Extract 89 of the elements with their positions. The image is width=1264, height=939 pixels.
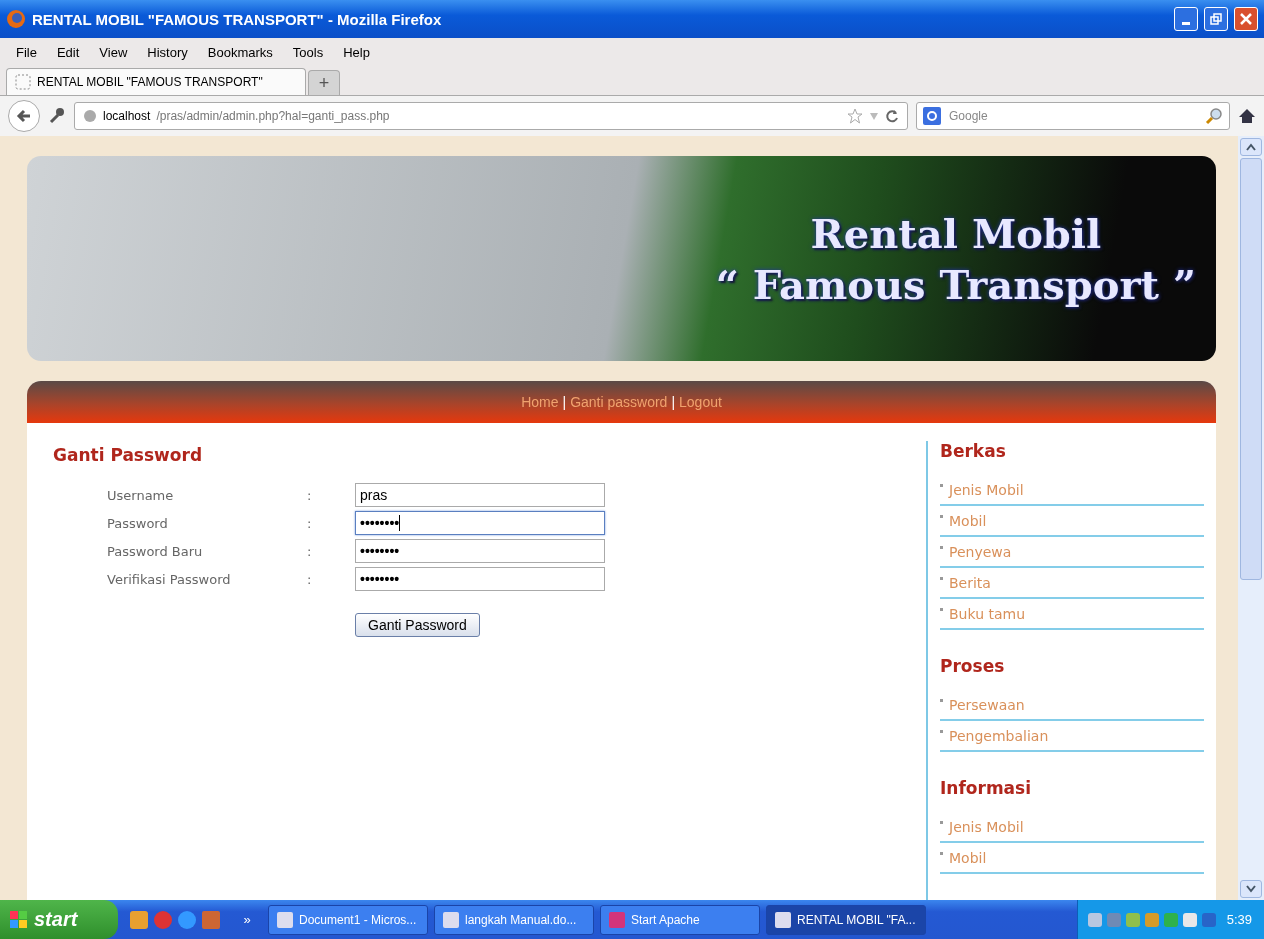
back-arrow-icon	[16, 108, 32, 124]
tray-icon[interactable]	[1087, 912, 1102, 927]
key-icon	[48, 107, 66, 125]
password-field[interactable]: ••••••••	[355, 511, 605, 535]
firefox-icon	[6, 9, 26, 29]
password-field[interactable]: ••••••••	[355, 567, 605, 591]
browser-tab[interactable]: RENTAL MOBIL "FAMOUS TRANSPORT"	[6, 68, 306, 95]
colon: :	[307, 515, 313, 531]
url-host: localhost	[103, 109, 151, 123]
field-label: Password	[107, 515, 169, 531]
sidebar-link[interactable]: Mobil	[940, 506, 1204, 537]
app-icon	[443, 911, 459, 928]
window-title: RENTAL MOBIL "FAMOUS TRANSPORT" - Mozilla Firefox	[32, 10, 443, 28]
taskbar-button[interactable]: Document1 - Micros...	[268, 904, 428, 935]
sidebar-heading: Informasi	[940, 778, 1033, 798]
home-icon[interactable]	[1238, 107, 1256, 125]
sidebar-heading: Berkas	[940, 441, 1007, 461]
scroll-down-icon[interactable]	[1246, 885, 1256, 893]
search-field[interactable]: Google	[916, 102, 1230, 130]
tray-icon[interactable]	[1201, 912, 1216, 927]
media-icon[interactable]	[202, 910, 220, 929]
tab-title: RENTAL MOBIL "FAMOUS TRANSPORT"	[37, 75, 263, 89]
menu-item[interactable]: File	[16, 44, 37, 60]
nav-link[interactable]: Logout	[679, 394, 722, 410]
sidebar-link[interactable]: Jenis Mobil	[940, 475, 1204, 506]
browser-icon[interactable]	[178, 910, 196, 929]
menu-item[interactable]: Edit	[56, 44, 80, 60]
sidebar-link[interactable]: Penyewa	[940, 537, 1204, 568]
taskbar-button[interactable]: langkah Manual.do...	[434, 904, 594, 935]
app-icon[interactable]	[130, 910, 148, 929]
nav-link[interactable]: Home	[521, 394, 559, 410]
password-field[interactable]: ••••••••	[355, 539, 605, 563]
nav-separator: |	[671, 394, 676, 410]
search-icon[interactable]	[1205, 107, 1223, 125]
colon: :	[307, 487, 313, 503]
menu-item[interactable]: Tools	[292, 44, 324, 60]
sidebar-link[interactable]: Berita	[940, 568, 1204, 599]
scroll-up-icon[interactable]	[1246, 143, 1256, 151]
close-icon	[1240, 13, 1252, 25]
colon: :	[307, 571, 313, 587]
url-path: /pras/admin/admin.php?hal=ganti_pass.php	[156, 109, 391, 123]
banner-title: Rental Mobil	[810, 209, 1102, 257]
nav-separator: |	[562, 394, 567, 410]
taskbar-button[interactable]: Start Apache	[600, 904, 760, 935]
clock: 5:39	[1226, 912, 1252, 927]
tray-icon[interactable]	[1144, 912, 1159, 927]
windows-flag-icon	[10, 910, 28, 929]
menu-item[interactable]: History	[147, 44, 188, 60]
sidebar-link[interactable]: Mobil	[940, 843, 1204, 874]
submit-button[interactable]: Ganti Password	[355, 613, 480, 637]
banner-subtitle: “ Famous Transport ”	[715, 260, 1196, 308]
minimize-icon	[1182, 21, 1190, 25]
start-button[interactable]: start	[0, 900, 118, 939]
overflow-chevron[interactable]: »	[232, 912, 262, 927]
sidebar-link[interactable]: Pengembalian	[940, 721, 1204, 752]
search-engine-icon[interactable]	[923, 107, 941, 125]
reload-icon[interactable]	[885, 109, 899, 123]
field-label: Username	[107, 487, 175, 503]
text-field[interactable]: pras	[355, 483, 605, 507]
new-tab-button[interactable]: +	[308, 70, 340, 95]
app-icon	[609, 911, 625, 928]
minimize-button[interactable]	[1174, 7, 1198, 31]
field-label: Verifikasi Password	[107, 571, 232, 587]
globe-icon	[83, 109, 97, 123]
menu-item[interactable]: Bookmarks	[207, 44, 273, 60]
address-field[interactable]: localhost /pras/admin/admin.php?hal=ganti_pass.php	[74, 102, 908, 130]
sidebar-heading: Proses	[940, 656, 1006, 676]
colon: :	[307, 543, 313, 559]
app-icon	[277, 911, 293, 928]
menu-item[interactable]: Help	[343, 44, 370, 60]
taskbar-button[interactable]: RENTAL MOBIL "FA...	[766, 904, 926, 935]
dropdown-icon[interactable]	[869, 111, 879, 121]
restore-button[interactable]	[1204, 7, 1228, 31]
restore-icon	[1210, 13, 1222, 25]
sidebar-link[interactable]: Jenis Mobil	[940, 812, 1204, 843]
app-icon	[775, 911, 791, 928]
star-icon[interactable]	[847, 108, 863, 124]
browser-icon[interactable]	[154, 910, 172, 929]
sidebar-link[interactable]: Persewaan	[940, 690, 1204, 721]
tray-icon[interactable]	[1182, 912, 1197, 927]
menu-item[interactable]: View	[99, 44, 128, 60]
nav-link[interactable]: Ganti password	[570, 394, 668, 410]
form-heading: Ganti Password	[53, 445, 204, 465]
back-button[interactable]	[8, 100, 40, 132]
field-label: Password Baru	[107, 543, 204, 559]
page-icon	[15, 74, 31, 90]
tray-icon[interactable]	[1125, 912, 1140, 927]
sidebar-link[interactable]: Buku tamu	[940, 599, 1204, 630]
close-button[interactable]	[1234, 7, 1258, 31]
